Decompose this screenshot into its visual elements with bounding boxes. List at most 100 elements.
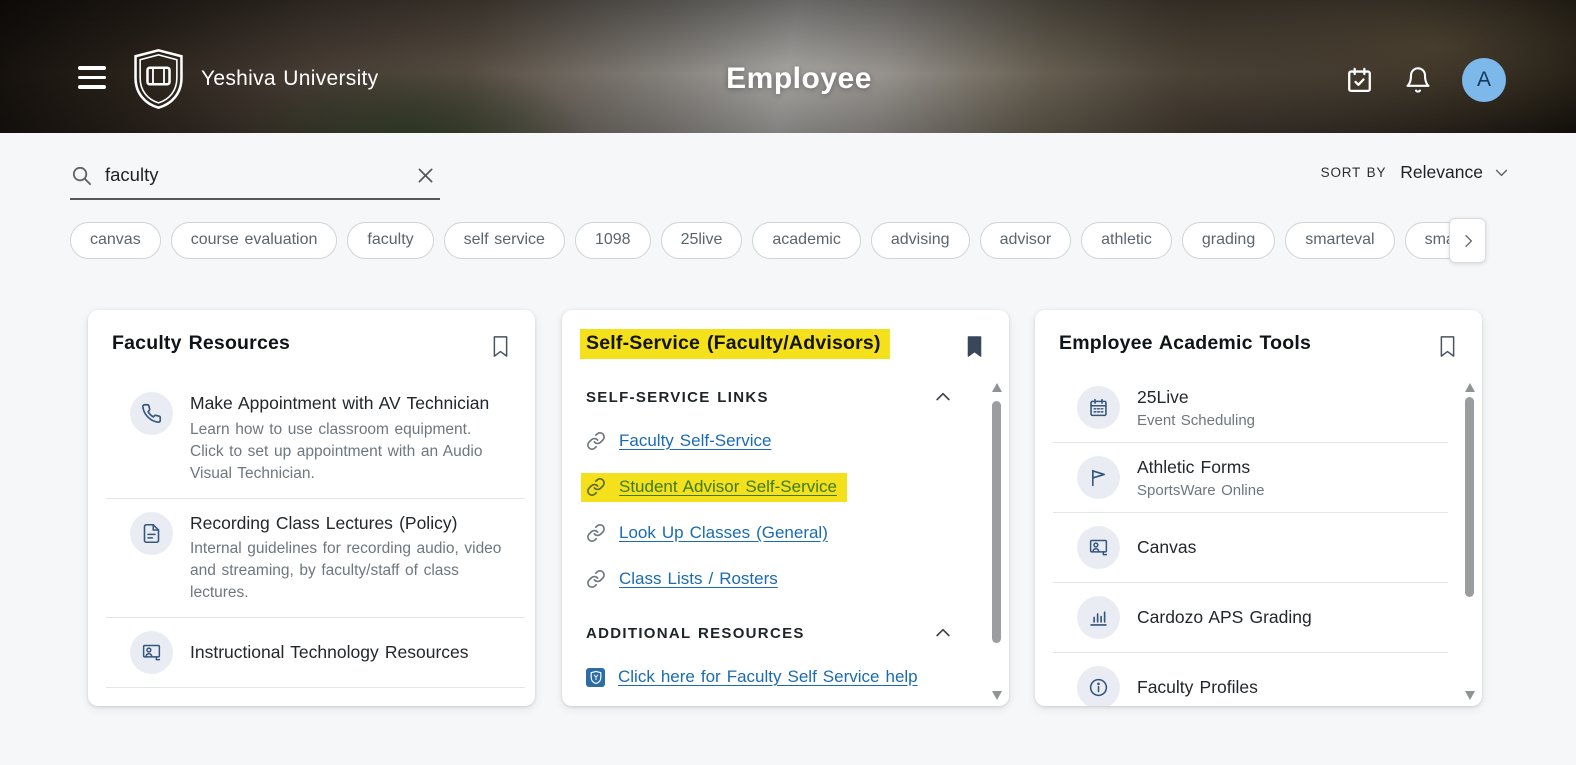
link-icon [586,477,606,497]
resource-item[interactable]: Instructional Technology Resources [88,618,535,687]
scroll-down-arrow-icon[interactable] [1465,691,1475,700]
tool-item[interactable]: Canvas [1035,513,1458,582]
section-heading: SELF-SERVICE LINKS [586,389,769,406]
sort-dropdown[interactable]: Relevance [1400,162,1510,183]
collapse-chevron-up-icon[interactable] [933,387,953,407]
university-name: Yeshiva University [201,67,378,91]
link-class-lists-rosters[interactable]: Class Lists / Rosters [619,569,778,589]
card-self-service-faculty-advisors: Self-Service (Faculty/Advisors) SELF-SER… [562,310,1009,706]
scroll-up-arrow-icon[interactable] [1465,383,1475,392]
resource-item[interactable]: Make Appointment with AV Technician Lear… [88,379,535,498]
filter-chips-row: canvas course evaluation faculty self se… [70,222,1468,266]
filter-chip[interactable]: course evaluation [171,222,338,259]
bar-chart-icon [1077,596,1120,639]
sort-by-label: SORT BY [1321,165,1387,180]
tool-title: Canvas [1137,536,1196,560]
resource-description: Internal guidelines for recording audio,… [190,538,510,604]
flag-icon [1077,456,1120,499]
section-self-service-links: SELF-SERVICE LINKS [586,387,953,407]
instructor-screen-icon [1077,526,1120,569]
link-look-up-classes[interactable]: Look Up Classes (General) [619,523,828,543]
search-icon [70,164,93,187]
resource-title: Instructional Technology Resources [190,641,469,665]
section-heading: ADDITIONAL RESOURCES [586,625,805,642]
scrollbar[interactable] [991,383,1002,700]
tool-subtitle: SportsWare Online [1137,482,1264,499]
chevron-right-icon [1460,233,1476,249]
university-shield-logo-icon [130,48,187,110]
chips-scroll-next-button[interactable] [1449,218,1486,263]
scrollbar-thumb[interactable] [1465,397,1474,597]
bookmark-icon[interactable] [488,332,513,361]
bookmark-filled-icon[interactable] [962,332,987,361]
resource-description: Learn how to use classroom equipment. Cl… [190,419,510,485]
link-faculty-self-service-help[interactable]: Click here for Faculty Self Service help [618,667,918,687]
instructor-screen-icon [130,631,173,674]
link-row: Click here for Faculty Self Service help [586,665,1009,689]
hero-header: Yeshiva University Employee A [0,0,1576,133]
notifications-bell-icon[interactable] [1404,65,1432,95]
scrollbar[interactable] [1464,383,1475,700]
link-student-advisor-self-service[interactable]: Student Advisor Self-Service [619,477,837,497]
scroll-down-arrow-icon[interactable] [992,691,1002,700]
tool-title: 25Live [1137,386,1255,410]
link-icon [586,523,606,543]
employee-portal-page: Yeshiva University Employee A [0,0,1576,765]
link-faculty-self-service[interactable]: Faculty Self-Service [619,431,771,451]
filter-chip[interactable]: 1098 [575,222,651,259]
collapse-chevron-up-icon[interactable] [933,623,953,643]
tool-subtitle: Event Scheduling [1137,412,1255,429]
sort-control: SORT BY Relevance [1321,162,1510,183]
tool-item[interactable]: Athletic Forms SportsWare Online [1035,443,1458,512]
page-title: Employee [726,62,872,96]
filter-chip[interactable]: canvas [70,222,161,259]
link-icon [586,569,606,589]
hamburger-menu-button[interactable] [78,66,106,89]
clear-search-icon[interactable] [411,161,440,190]
link-row: Faculty Self-Service [586,429,1009,453]
tool-title: Faculty Profiles [1137,676,1258,700]
filter-chip[interactable]: academic [752,222,860,259]
tool-item[interactable]: Cardozo APS Grading [1035,583,1458,652]
filter-chip[interactable]: grading [1182,222,1275,259]
filter-chip[interactable]: 25live [661,222,743,259]
link-row: Look Up Classes (General) [586,521,1009,545]
filter-chip[interactable]: self service [444,222,565,259]
card-faculty-resources: Faculty Resources Make Appointment with … [88,310,535,706]
card-title-highlighted: Self-Service (Faculty/Advisors) [580,329,890,359]
scroll-up-arrow-icon[interactable] [992,383,1002,392]
filter-chip[interactable]: advisor [980,222,1072,259]
brand[interactable]: Yeshiva University [130,48,378,110]
user-avatar[interactable]: A [1462,58,1506,102]
search-box [70,152,440,200]
tool-item[interactable]: Faculty Profiles [1035,653,1458,706]
filter-chip[interactable]: athletic [1081,222,1172,259]
resource-title: Recording Class Lectures (Policy) [190,512,510,536]
bookmark-icon[interactable] [1435,332,1460,361]
chevron-down-icon [1493,164,1510,181]
link-row: Class Lists / Rosters [586,567,1009,591]
scrollbar-thumb[interactable] [992,401,1001,643]
card-title: Faculty Resources [112,332,290,355]
phone-icon [130,392,173,435]
resource-item[interactable]: Recording Class Lectures (Policy) Intern… [88,499,535,618]
tool-title: Athletic Forms [1137,456,1264,480]
filter-chip[interactable]: smarteval [1285,222,1394,259]
tool-item[interactable]: 25Live Event Scheduling [1035,373,1458,442]
link-icon [586,431,606,451]
resource-title: Make Appointment with AV Technician [190,392,510,416]
calendar-check-icon[interactable] [1345,65,1374,95]
search-input[interactable] [105,164,399,186]
calendar-icon [1077,386,1120,429]
yu-favicon-icon [586,668,605,687]
divider [106,687,525,688]
link-row-highlighted: Student Advisor Self-Service [586,475,1009,499]
info-icon [1077,666,1120,706]
card-title: Employee Academic Tools [1059,332,1311,355]
document-icon [130,512,173,555]
filter-chip[interactable]: faculty [347,222,433,259]
filter-chip[interactable]: advising [871,222,970,259]
tool-title: Cardozo APS Grading [1137,606,1312,630]
sort-selected-value: Relevance [1400,162,1483,183]
header-actions: A [1345,58,1506,102]
